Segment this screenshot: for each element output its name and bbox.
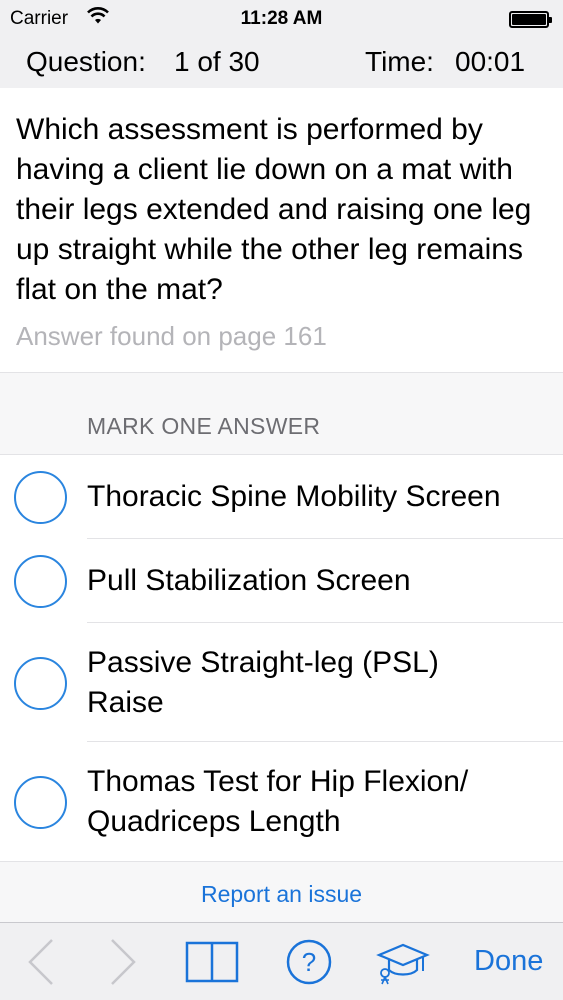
bottom-toolbar: ? Done bbox=[0, 922, 563, 1000]
radio-button-icon[interactable] bbox=[14, 555, 67, 608]
radio-button-icon[interactable] bbox=[14, 471, 67, 524]
answer-option-label: Thomas Test for Hip Flexion/ Quadriceps … bbox=[87, 764, 469, 838]
answer-options-list: Thoracic Spine Mobility Screen Pull Stab… bbox=[0, 454, 563, 862]
help-glyph: ? bbox=[302, 947, 316, 977]
answer-option-1[interactable]: Thoracic Spine Mobility Screen bbox=[0, 455, 563, 539]
battery-icon bbox=[509, 11, 552, 28]
timer-label: Time: bbox=[365, 46, 434, 77]
book-icon[interactable] bbox=[182, 923, 242, 1000]
done-button[interactable]: Done bbox=[474, 945, 543, 978]
answer-panel: MARK ONE ANSWER Thoracic Spine Mobility … bbox=[0, 372, 563, 922]
radio-button-icon[interactable] bbox=[14, 775, 67, 829]
question-counter-value: 1 of 30 bbox=[174, 46, 260, 77]
question-panel: Which assessment is performed by having … bbox=[0, 88, 563, 372]
answer-option-3[interactable]: Passive Straight-leg (PSL) Raise bbox=[0, 623, 563, 742]
question-counter-label: Question: bbox=[26, 46, 146, 77]
answer-option-4[interactable]: Thomas Test for Hip Flexion/ Quadriceps … bbox=[0, 742, 563, 861]
radio-button-icon[interactable] bbox=[14, 656, 67, 710]
clock: 11:28 AM bbox=[240, 8, 323, 29]
answer-option-label: Thoracic Spine Mobility Screen bbox=[87, 480, 501, 513]
chevron-right-icon[interactable] bbox=[100, 923, 146, 1000]
graduation-cap-icon[interactable] bbox=[374, 923, 432, 1000]
report-issue-link[interactable]: Report an issue bbox=[0, 881, 563, 908]
answer-option-label: Passive Straight-leg (PSL) Raise bbox=[87, 645, 439, 719]
status-bar: Carrier 11:28 AM bbox=[0, 0, 563, 38]
answer-page-reference: Answer found on page 161 bbox=[16, 321, 327, 351]
chevron-left-icon[interactable] bbox=[18, 923, 64, 1000]
question-circle-icon[interactable]: ? bbox=[284, 923, 334, 1000]
answer-option-label: Pull Stabilization Screen bbox=[87, 564, 411, 597]
mark-one-answer-label: MARK ONE ANSWER bbox=[87, 413, 321, 439]
answer-option-2[interactable]: Pull Stabilization Screen bbox=[0, 539, 563, 623]
quiz-header: Question: 1 of 30 Time: 00:01 bbox=[0, 38, 563, 88]
timer-value: 00:01 bbox=[455, 46, 526, 77]
question-text: Which assessment is performed by having … bbox=[16, 113, 532, 306]
